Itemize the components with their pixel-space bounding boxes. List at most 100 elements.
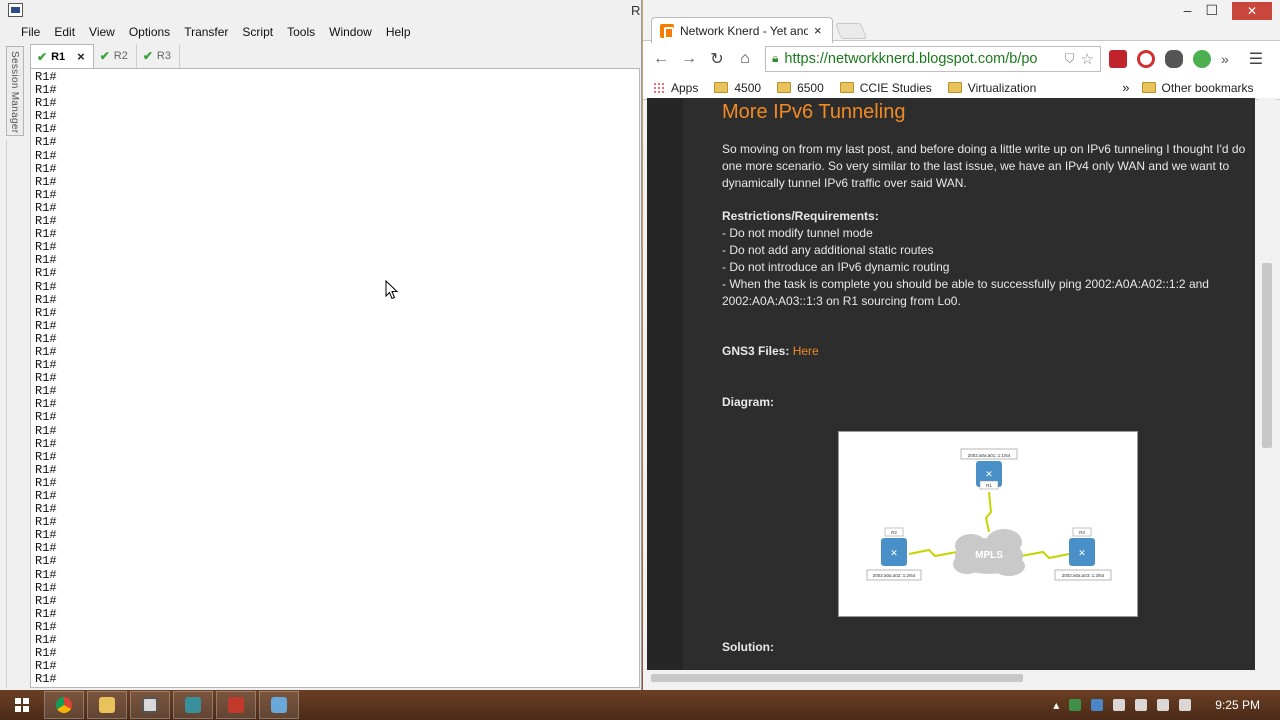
router-r2-address: 2002:a0a:a02::1:2/64 — [873, 573, 916, 578]
mpls-cloud-label: MPLS — [975, 550, 1003, 561]
browser-tab-active[interactable]: Network Knerd - Yet anoth × — [651, 17, 833, 43]
forward-arrow-icon[interactable]: → — [677, 50, 701, 68]
power-icon[interactable] — [1135, 699, 1148, 711]
other-bookmarks-folder[interactable]: Other bookmarks — [1141, 81, 1254, 95]
folder-icon — [777, 82, 792, 93]
connected-check-icon: ✔ — [142, 49, 153, 63]
menu-help[interactable]: Help — [379, 25, 418, 39]
menu-options[interactable]: Options — [122, 25, 177, 39]
menu-view[interactable]: View — [82, 25, 122, 39]
bookmark-folder-ccie-studies[interactable]: CCIE Studies — [839, 81, 932, 95]
diagram-label: Diagram: — [722, 395, 775, 409]
menu-window[interactable]: Window — [322, 25, 379, 39]
address-bar[interactable]: 🔒︎ https://networkknerd.blogspot.com/b/p… — [765, 45, 1101, 72]
bookmark-folder-4500[interactable]: 4500 — [714, 81, 761, 95]
gns3-download-link[interactable]: Here — [793, 344, 819, 358]
bookmark-apps[interactable]: Apps — [653, 81, 698, 95]
terminal-line: R1# — [35, 279, 57, 294]
action-center-flag-icon[interactable] — [1113, 699, 1126, 711]
terminal-line: R1# — [35, 397, 57, 412]
dropbox-icon[interactable] — [1091, 699, 1104, 711]
home-icon[interactable]: ⌂ — [733, 50, 757, 68]
close-window-icon[interactable]: ✕ — [1232, 2, 1272, 20]
requirements-heading: Restrictions/Requirements: — [722, 209, 879, 223]
terminal-line: R1# — [35, 515, 57, 530]
session-tab-r1[interactable]: ✔ R1 × — [30, 44, 94, 68]
terminal-line: R1# — [35, 266, 57, 281]
network-icon[interactable] — [1157, 699, 1170, 711]
folder-icon — [947, 82, 962, 93]
taskbar-remote-desktop-button[interactable] — [259, 691, 299, 719]
apps-grid-icon — [653, 81, 665, 94]
back-arrow-icon[interactable]: ← — [649, 50, 673, 68]
network-diagram-svg: MPLS 2002:a0a:a01::1:1/64 ✕ R1 R2 ✕ 2002… — [866, 448, 1112, 581]
terminal-line: R1# — [35, 83, 57, 98]
bookmark-star-icon[interactable]: ☆ — [1081, 50, 1094, 68]
taskbar-gns3-button[interactable] — [216, 691, 256, 719]
solution-label: Solution: — [722, 640, 774, 654]
reload-icon[interactable]: ↻ — [705, 49, 729, 69]
new-tab-button[interactable] — [835, 23, 867, 39]
extension-red-icon[interactable] — [1109, 49, 1127, 68]
bookmark-label: 6500 — [797, 80, 824, 95]
session-tab-label: R3 — [156, 50, 171, 62]
volume-icon[interactable] — [1179, 699, 1192, 711]
shield-icon[interactable]: ⛉ — [1065, 51, 1075, 67]
terminal-app-window: R File Edit View Options Transfer Script… — [0, 0, 642, 690]
menu-script[interactable]: Script — [235, 25, 280, 39]
terminal-line: R1# — [35, 384, 57, 399]
horizontal-scrollbar-thumb[interactable] — [651, 674, 1023, 682]
terminal-line: R1# — [35, 305, 57, 320]
extension-opera-icon[interactable] — [1137, 49, 1155, 68]
taskbar-securecrt-button[interactable] — [130, 691, 170, 719]
clock[interactable]: 9:25 PM — [1215, 698, 1260, 712]
browser-tabstrip: Network Knerd - Yet anoth × – ☐ ✕ — [643, 0, 1280, 43]
svg-text:✕: ✕ — [890, 548, 898, 558]
terminal-titlebar: R — [0, 0, 641, 22]
scrollbar-thumb[interactable] — [1262, 263, 1272, 448]
maximize-icon[interactable]: ☐ — [1205, 2, 1218, 20]
close-tab-icon[interactable]: × — [814, 23, 822, 38]
extension-evernote-icon[interactable] — [1193, 49, 1211, 68]
terminal-menubar: File Edit View Options Transfer Script T… — [0, 22, 641, 42]
terminal-output[interactable]: R1# R1# R1# R1# R1# R1# R1# R1# R1# R1# R1# R1# R1# R… — [30, 68, 640, 688]
session-tab-r3[interactable]: ✔ R3 — [137, 44, 180, 68]
terminal-app-icon[interactable] — [8, 3, 23, 17]
svg-text:✕: ✕ — [1078, 548, 1086, 558]
google-drive-icon[interactable] — [1069, 699, 1082, 711]
chrome-menu-icon[interactable]: ☰ — [1249, 49, 1263, 69]
session-manager-tab[interactable]: Session Manager — [6, 46, 24, 136]
taskbar-app-button[interactable] — [173, 691, 213, 719]
bookmarks-bar: Apps 4500 6500 CCIE Studies Virtualizati… — [643, 76, 1280, 100]
extension-incognito-icon[interactable] — [1165, 49, 1183, 68]
page-vertical-scrollbar[interactable] — [1259, 98, 1276, 670]
folder-icon — [714, 82, 729, 93]
menu-edit[interactable]: Edit — [47, 25, 82, 39]
session-tab-r2[interactable]: ✔ R2 — [94, 44, 137, 68]
bookmark-folder-virtualization[interactable]: Virtualization — [947, 81, 1036, 95]
minimize-icon[interactable]: – — [1184, 2, 1192, 20]
start-button[interactable] — [0, 690, 44, 720]
tray-chevron-icon[interactable]: ▴ — [1053, 698, 1059, 712]
terminal-line: R1# — [35, 475, 57, 490]
menu-transfer[interactable]: Transfer — [177, 25, 235, 39]
network-diagram-image[interactable]: MPLS 2002:a0a:a01::1:1/64 ✕ R1 R2 ✕ 2002… — [838, 431, 1138, 617]
menu-file[interactable]: File — [14, 25, 47, 39]
bookmark-label: Apps — [671, 80, 699, 95]
page-horizontal-scrollbar[interactable] — [647, 670, 1255, 686]
terminal-line: R1# — [35, 659, 57, 674]
taskbar-chrome-button[interactable] — [44, 691, 84, 719]
bookmark-folder-6500[interactable]: 6500 — [777, 81, 824, 95]
session-tab-label: R2 — [113, 50, 128, 62]
terminal-line: R1# — [35, 528, 57, 543]
menu-tools[interactable]: Tools — [280, 25, 322, 39]
link-r2-mpls — [908, 548, 958, 558]
bookmarks-overflow-icon[interactable]: » — [1122, 80, 1129, 95]
taskbar-explorer-button[interactable] — [87, 691, 127, 719]
terminal-line: R1# — [35, 148, 57, 163]
close-icon[interactable]: × — [77, 49, 85, 64]
router-r1-address: 2002:a0a:a01::1:1/64 — [968, 453, 1011, 458]
extensions-overflow-icon[interactable]: » — [1221, 51, 1229, 67]
router-r1-name: R1 — [986, 483, 992, 488]
post-title[interactable]: More IPv6 Tunneling — [722, 102, 1252, 122]
